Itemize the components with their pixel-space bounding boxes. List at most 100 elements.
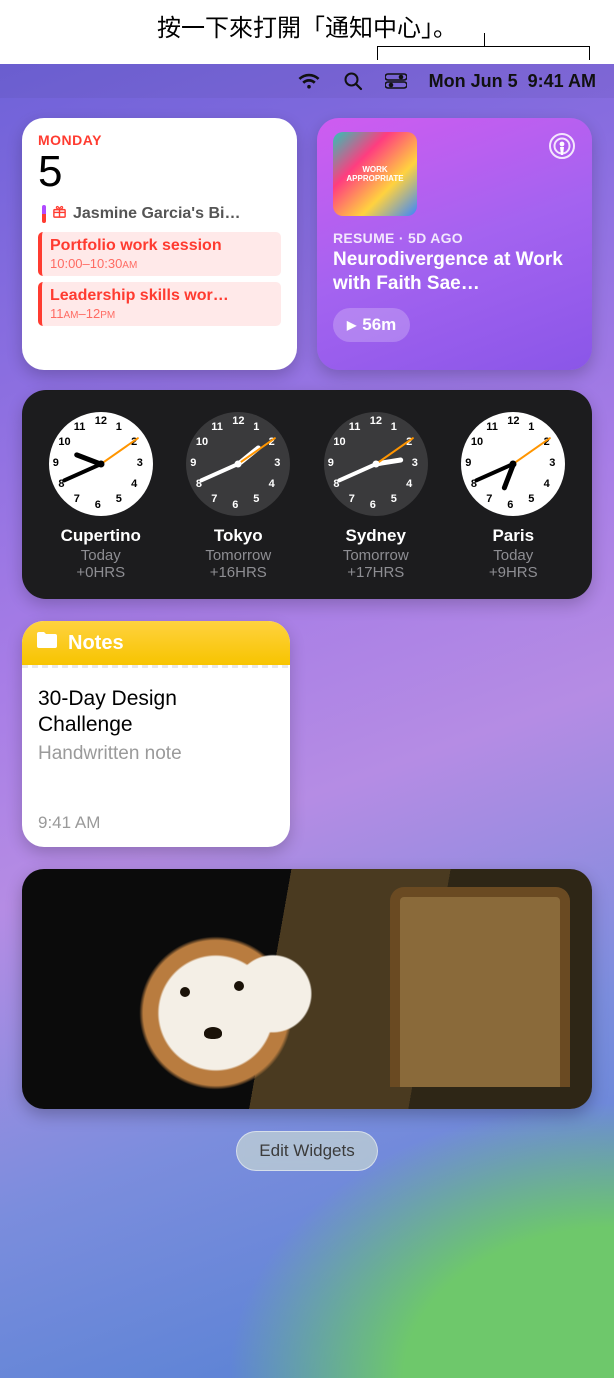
podcast-play-button[interactable]: ▶ 56m xyxy=(333,308,410,342)
clock-city-label: Cupertino xyxy=(36,526,166,546)
annotation-text: 按一下來打開「通知中心」。 xyxy=(157,0,457,43)
note-subtitle: Handwritten note xyxy=(38,743,274,765)
clock-day-label: Today xyxy=(449,547,579,564)
clock-numeral: 1 xyxy=(391,421,397,433)
clock-numeral: 6 xyxy=(370,499,376,511)
calendar-event: Portfolio work session 10:00–10:30AM xyxy=(38,232,281,276)
photo-detail xyxy=(180,987,190,997)
clock-item: 121234567891011SydneyTomorrow+17HRS xyxy=(311,412,441,581)
clock-numeral: 11 xyxy=(349,421,361,433)
clock-numeral: 7 xyxy=(486,493,492,505)
calendar-day-name: MONDAY xyxy=(38,132,281,148)
clock-numeral: 6 xyxy=(95,499,101,511)
podcast-widget[interactable]: WORK APPROPRIATE RESUME · 5D AGO Neurodi… xyxy=(317,118,592,370)
clock-center xyxy=(510,461,517,468)
menubar-date: Mon Jun 5 xyxy=(429,71,518,92)
play-icon: ▶ xyxy=(347,318,356,332)
allday-event-title: Jasmine Garcia's Bi… xyxy=(73,205,240,223)
clock-numeral: 3 xyxy=(412,457,418,469)
clock-face: 121234567891011 xyxy=(461,412,565,516)
clock-city-label: Tokyo xyxy=(174,526,304,546)
menu-bar: Mon Jun 5 9:41 AM xyxy=(0,64,614,98)
clock-city-label: Sydney xyxy=(311,526,441,546)
clock-numeral: 7 xyxy=(211,493,217,505)
event-title: Portfolio work session xyxy=(50,237,273,255)
notification-center-widgets: MONDAY 5 Jasmine Garcia's Bi… Portfolio … xyxy=(0,98,614,1183)
clock-numeral: 5 xyxy=(391,493,397,505)
podcast-episode-title: Neurodivergence at Work with Faith Sae… xyxy=(333,248,576,296)
note-title: 30-Day Design Challenge xyxy=(38,686,274,739)
clock-offset-label: +16HRS xyxy=(174,564,304,581)
clock-day-label: Tomorrow xyxy=(174,547,304,564)
notes-header: Notes xyxy=(22,621,290,665)
clock-numeral: 12 xyxy=(370,415,382,427)
podcasts-app-icon xyxy=(548,132,576,160)
event-time: 11AM–12PM xyxy=(50,306,273,321)
clock-numeral: 9 xyxy=(53,457,59,469)
clock-numeral: 4 xyxy=(131,478,137,490)
clock-numeral: 1 xyxy=(116,421,122,433)
clock-numeral: 9 xyxy=(190,457,196,469)
clock-numeral: 5 xyxy=(116,493,122,505)
clock-numeral: 4 xyxy=(544,478,550,490)
clock-numeral: 12 xyxy=(232,415,244,427)
clock-numeral: 11 xyxy=(211,421,223,433)
clock-city-label: Paris xyxy=(449,526,579,546)
menubar-datetime[interactable]: Mon Jun 5 9:41 AM xyxy=(429,71,596,92)
minute-hand xyxy=(199,462,239,483)
clock-numeral: 5 xyxy=(253,493,259,505)
clock-numeral: 7 xyxy=(74,493,80,505)
clock-numeral: 9 xyxy=(328,457,334,469)
notes-folder-icon xyxy=(36,631,58,655)
clock-numeral: 4 xyxy=(406,478,412,490)
notes-widget[interactable]: Notes 30-Day Design Challenge Handwritte… xyxy=(22,621,290,847)
minute-hand xyxy=(337,462,377,483)
clock-center xyxy=(372,461,379,468)
clock-face: 121234567891011 xyxy=(186,412,290,516)
clock-numeral: 3 xyxy=(274,457,280,469)
photo-detail xyxy=(204,1027,222,1039)
edit-widgets-button[interactable]: Edit Widgets xyxy=(236,1131,377,1171)
clock-numeral: 4 xyxy=(269,478,275,490)
clock-numeral: 1 xyxy=(253,421,259,433)
wifi-icon[interactable] xyxy=(297,72,321,90)
event-time: 10:00–10:30AM xyxy=(50,256,273,271)
clock-day-label: Tomorrow xyxy=(311,547,441,564)
event-title: Leadership skills wor… xyxy=(50,287,273,305)
second-hand xyxy=(238,437,277,465)
minute-hand xyxy=(62,462,102,483)
clock-numeral: 11 xyxy=(74,421,86,433)
clock-numeral: 10 xyxy=(196,436,208,448)
clock-numeral: 6 xyxy=(232,499,238,511)
notes-header-label: Notes xyxy=(68,632,124,655)
photo-chair xyxy=(390,887,570,1087)
clock-numeral: 3 xyxy=(137,457,143,469)
menubar-time: 9:41 AM xyxy=(528,71,596,92)
calendar-day-number: 5 xyxy=(38,150,281,194)
clock-item: 121234567891011TokyoTomorrow+16HRS xyxy=(174,412,304,581)
clock-numeral: 7 xyxy=(349,493,355,505)
birthday-gift-icon xyxy=(52,204,67,224)
clock-center xyxy=(97,461,104,468)
clock-numeral: 10 xyxy=(471,436,483,448)
clock-face: 121234567891011 xyxy=(49,412,153,516)
control-center-icon[interactable] xyxy=(385,73,407,89)
clock-center xyxy=(235,461,242,468)
calendar-widget[interactable]: MONDAY 5 Jasmine Garcia's Bi… Portfolio … xyxy=(22,118,297,370)
photo-detail xyxy=(234,981,244,991)
clock-numeral: 5 xyxy=(528,493,534,505)
clock-numeral: 12 xyxy=(95,415,107,427)
clock-numeral: 12 xyxy=(507,415,519,427)
spotlight-search-icon[interactable] xyxy=(343,71,363,91)
calendar-allday-event: Jasmine Garcia's Bi… xyxy=(38,204,281,224)
clock-face: 121234567891011 xyxy=(324,412,428,516)
clock-offset-label: +17HRS xyxy=(311,564,441,581)
clock-offset-label: +9HRS xyxy=(449,564,579,581)
world-clock-widget[interactable]: 121234567891011CupertinoToday+0HRS121234… xyxy=(22,390,592,599)
clock-numeral: 9 xyxy=(465,457,471,469)
annotation-bracket xyxy=(377,46,590,60)
note-timestamp: 9:41 AM xyxy=(38,813,274,833)
help-annotation: 按一下來打開「通知中心」。 xyxy=(0,0,614,64)
podcast-artwork: WORK APPROPRIATE xyxy=(333,132,417,216)
photos-widget[interactable] xyxy=(22,869,592,1109)
